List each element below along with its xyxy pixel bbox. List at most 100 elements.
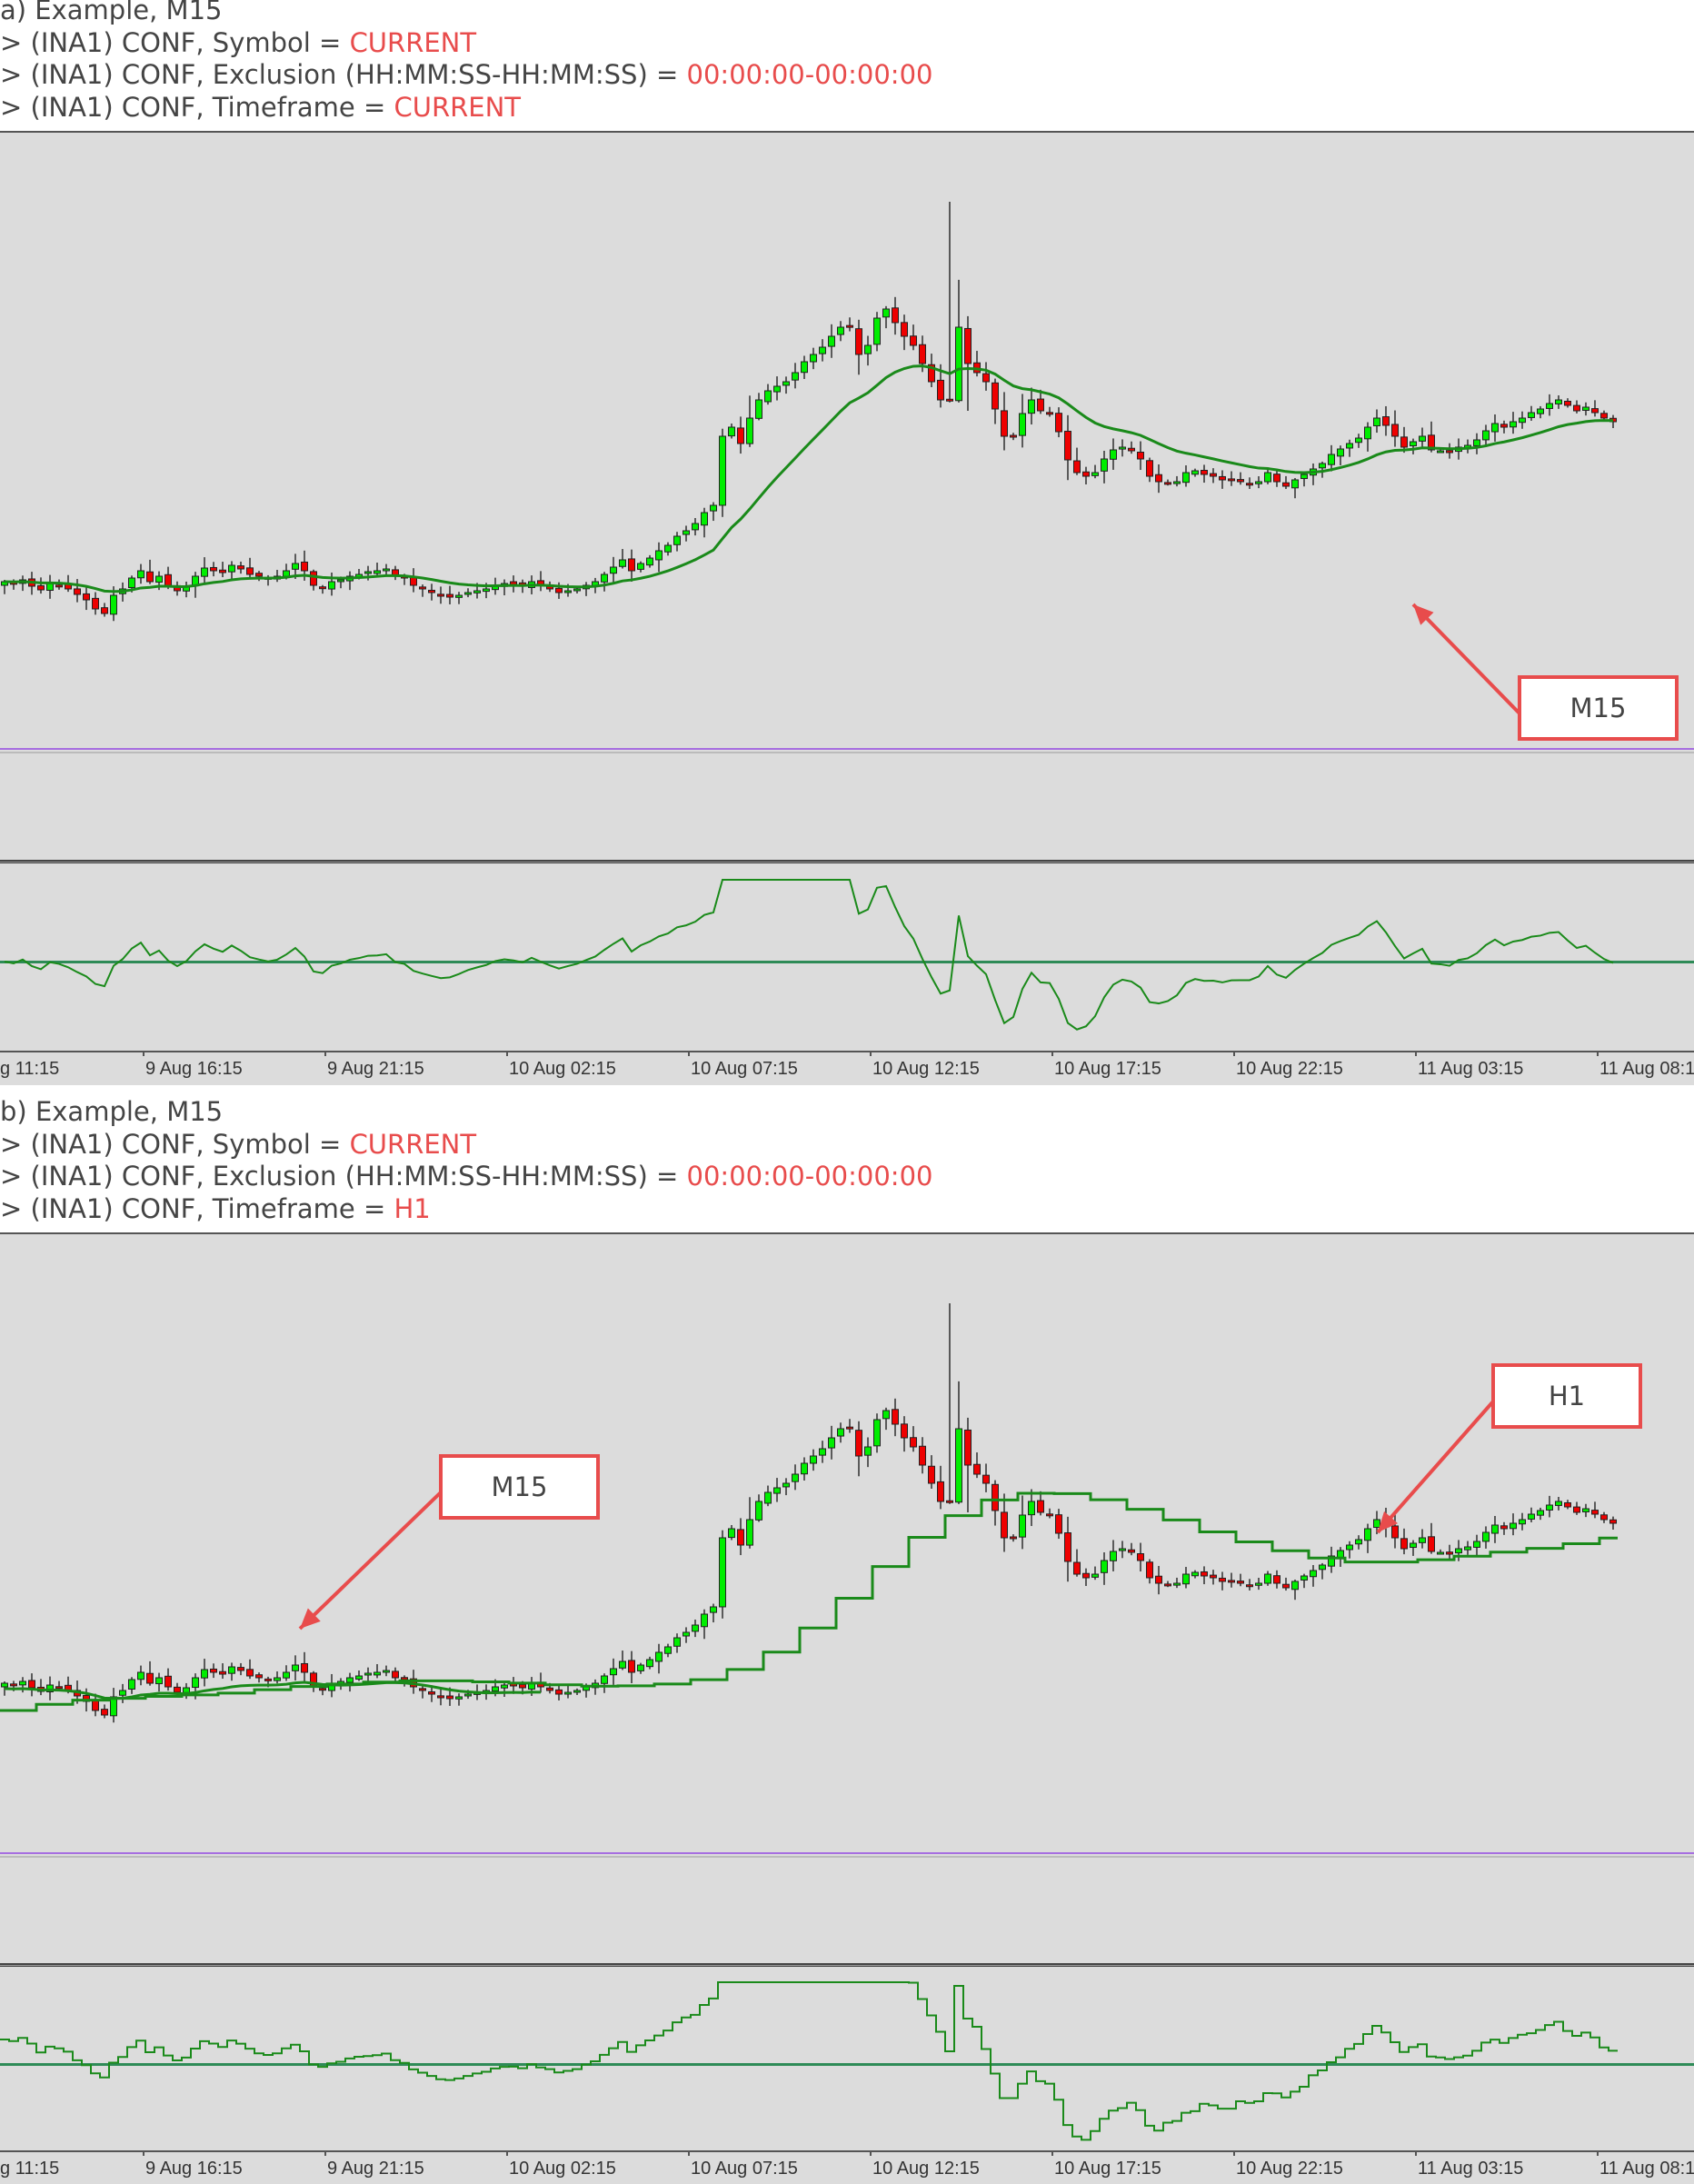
x-tick-label: 9 Aug 21:15 xyxy=(327,1059,424,1079)
candle-body xyxy=(337,579,344,583)
level-line xyxy=(0,1852,1694,1854)
candle-body xyxy=(1155,474,1162,483)
candle-body xyxy=(555,1689,563,1695)
candle-body xyxy=(83,593,90,601)
candle-body xyxy=(1073,460,1081,474)
candle-body xyxy=(1237,1581,1244,1584)
candle-body xyxy=(1291,1581,1299,1591)
candle-body xyxy=(1455,1548,1462,1554)
candle-body xyxy=(1155,1575,1162,1584)
candle-body xyxy=(1573,1506,1580,1513)
candle-body xyxy=(773,1487,781,1494)
candle-body xyxy=(1164,482,1171,485)
x-tick-label: 11 Aug 03:15 xyxy=(1418,2159,1523,2179)
x-tick-label: 10 Aug 07:15 xyxy=(691,2159,798,2179)
candle-body xyxy=(982,1474,990,1484)
candle-body xyxy=(210,566,217,572)
candle-body xyxy=(1282,1583,1290,1589)
candle-body xyxy=(601,1675,608,1684)
candle-body xyxy=(301,561,308,572)
candle-body xyxy=(1055,413,1062,433)
candle-body xyxy=(346,1677,354,1683)
candle-body xyxy=(446,593,453,598)
candle-body xyxy=(1437,450,1444,454)
candle-body xyxy=(110,594,117,615)
candle-body xyxy=(92,1699,99,1711)
candle-body xyxy=(937,379,944,401)
candle-body xyxy=(846,1426,853,1430)
candle-body xyxy=(610,566,617,574)
candle-body xyxy=(146,571,154,583)
candle-body xyxy=(564,590,572,593)
x-tick-label: 11 Aug 03:15 xyxy=(1418,1059,1523,1079)
candle-body xyxy=(901,322,908,337)
candle-body xyxy=(174,1686,181,1693)
x-tick-label: 11 Aug 08:15 xyxy=(1599,2159,1694,2179)
candle-body xyxy=(746,1519,753,1546)
candle-body xyxy=(873,1419,881,1447)
chart-b: 9 Aug 11:15 9 Aug 16:15 9 Aug 21:15 10 Aug … xyxy=(0,1232,1694,2184)
candle-body xyxy=(646,557,653,566)
candle-body xyxy=(355,1675,363,1680)
oscillator-zero-line xyxy=(0,961,1694,963)
candle-body xyxy=(937,1481,944,1502)
annotation-label: M15 xyxy=(1570,693,1627,723)
oscillator-zero-line xyxy=(0,2063,1694,2066)
candle-body xyxy=(1010,434,1017,438)
conf-timeframe-value: CURRENT xyxy=(394,91,522,123)
candle-body xyxy=(837,326,844,335)
candle-body xyxy=(737,427,744,444)
candle-body xyxy=(573,588,581,592)
candle-body xyxy=(1591,408,1599,414)
section-a-header: a) Example, M15 > (INA1) CONF, Symbol = … xyxy=(0,0,1694,127)
candle-body xyxy=(1337,1550,1344,1559)
candle-body xyxy=(755,1501,762,1521)
candle-body xyxy=(873,317,881,345)
candle-body xyxy=(946,1500,953,1503)
x-tick-label: 10 Aug 02:15 xyxy=(509,1059,616,1079)
candle-body xyxy=(383,1670,390,1673)
candle-body xyxy=(655,1651,663,1662)
candle-body xyxy=(255,573,263,577)
candle-body xyxy=(1246,1584,1253,1588)
candle-body xyxy=(492,1686,499,1692)
candle-body xyxy=(228,1666,235,1674)
candle-body xyxy=(1319,463,1326,469)
candle-body xyxy=(1110,449,1117,460)
subwindow-separator-inner xyxy=(0,862,1694,863)
candle-body xyxy=(473,590,481,593)
candle-body xyxy=(464,592,472,595)
panel-border-top xyxy=(0,131,1694,133)
candle-body xyxy=(1473,1541,1480,1548)
candle-body xyxy=(1482,1531,1490,1542)
candle-body xyxy=(1119,1548,1126,1551)
candle-body xyxy=(55,584,63,588)
candle-body xyxy=(1591,1510,1599,1515)
candle-body xyxy=(1055,1514,1062,1534)
candle-body xyxy=(773,385,781,393)
candle-body xyxy=(164,1675,172,1688)
candle-body xyxy=(1364,426,1371,440)
candle-body xyxy=(828,335,835,347)
candle-body xyxy=(901,1423,908,1439)
candle-body xyxy=(237,1667,244,1671)
candle-body xyxy=(1337,448,1344,457)
candle-body xyxy=(782,1482,790,1488)
candle-body xyxy=(146,1672,154,1684)
candle-body xyxy=(919,344,926,364)
candle xyxy=(719,1530,726,1619)
candle-body xyxy=(292,1664,299,1671)
candle-body xyxy=(1391,424,1399,437)
candle-body xyxy=(1519,417,1526,424)
candle-body xyxy=(201,567,208,577)
candle-body xyxy=(1219,1577,1226,1582)
candle-body xyxy=(1091,472,1099,476)
section-a-title: a) Example, M15 xyxy=(0,0,223,25)
candle-body xyxy=(746,417,753,444)
candle-body xyxy=(1600,1514,1608,1521)
candle-body xyxy=(483,588,490,593)
candle-body xyxy=(1491,423,1499,433)
x-tick-label: 9 Aug 11:15 xyxy=(0,1059,59,1079)
conf-symbol-value: CURRENT xyxy=(349,1128,477,1160)
x-tick-label: 9 Aug 16:15 xyxy=(145,1059,243,1079)
